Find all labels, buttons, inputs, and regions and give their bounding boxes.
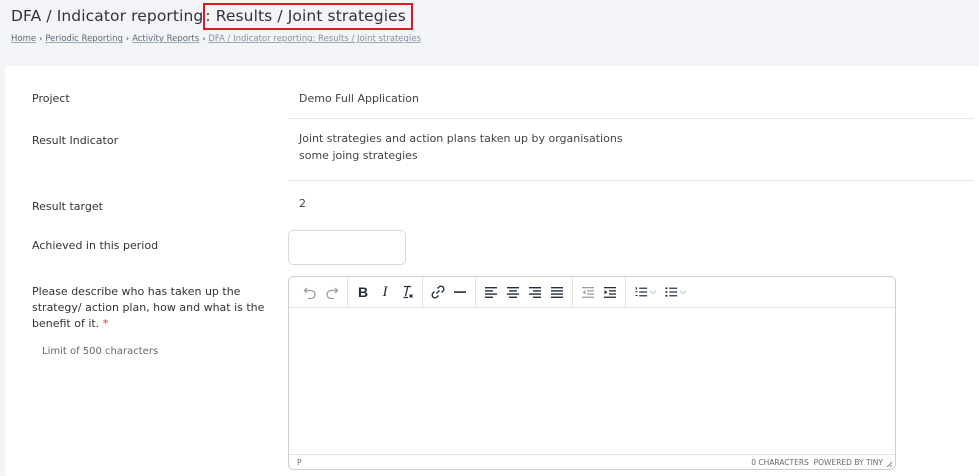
element-path[interactable]: P (297, 458, 302, 467)
format-group: B I (348, 277, 423, 307)
horizontal-line-icon[interactable] (449, 281, 471, 303)
project-value: Demo Full Application (299, 92, 419, 105)
list-group: ⌵ ⌵ (626, 277, 694, 307)
editor-statusbar: P 0 CHARACTERS POWERED BY TINY (289, 454, 895, 469)
numbered-list-dropdown[interactable]: ⌵ (630, 281, 660, 303)
chevron-right-icon: › (125, 34, 130, 43)
result-indicator-value: Joint strategies and action plans taken … (299, 132, 623, 145)
clear-formatting-icon[interactable] (396, 281, 418, 303)
breadcrumb-current: DFA / Indicator reporting: Results / Joi… (208, 34, 421, 44)
result-target-value: 2 (299, 197, 306, 210)
justify-icon[interactable] (546, 281, 568, 303)
chevron-right-icon: › (202, 34, 206, 43)
resize-handle-icon[interactable] (885, 460, 893, 468)
outdent-icon[interactable] (577, 281, 599, 303)
link-icon[interactable] (427, 281, 449, 303)
align-right-icon[interactable] (524, 281, 546, 303)
achieved-input[interactable] (288, 230, 406, 265)
bullet-list-dropdown[interactable]: ⌵ (660, 281, 690, 303)
divider (288, 180, 974, 181)
powered-by-link[interactable]: POWERED BY TINY (814, 458, 883, 467)
italic-button[interactable]: I (374, 281, 396, 303)
result-indicator-subvalue: some joing strategies (299, 149, 418, 162)
align-left-icon[interactable] (480, 281, 502, 303)
description-label-text: Please describe who has taken up the str… (32, 285, 265, 330)
divider (288, 118, 974, 119)
editor-content-area[interactable] (289, 308, 895, 456)
result-indicator-label: Result Indicator (32, 134, 119, 147)
alignment-group (476, 277, 573, 307)
achieved-label: Achieved in this period (32, 239, 159, 252)
rich-text-editor: B I ⌵ ⌵ P 0 CHARACTERS POWERED BY TINY (288, 276, 896, 470)
redo-icon[interactable] (321, 281, 343, 303)
chevron-down-icon: ⌵ (679, 287, 687, 297)
breadcrumb-periodic-reporting[interactable]: Periodic Reporting (45, 34, 123, 44)
editor-toolbar: B I ⌵ ⌵ (289, 277, 895, 308)
character-count[interactable]: 0 CHARACTERS (751, 458, 809, 467)
chevron-right-icon: › (39, 34, 43, 43)
bold-button[interactable]: B (352, 281, 374, 303)
undo-icon[interactable] (299, 281, 321, 303)
page-title-highlighted: : Results / Joint strategies (203, 3, 413, 30)
status-right: 0 CHARACTERS POWERED BY TINY (751, 458, 883, 467)
page-header: DFA / Indicator reporting: Results / Joi… (0, 0, 979, 58)
align-center-icon[interactable] (502, 281, 524, 303)
history-group (295, 277, 348, 307)
page-title-prefix: DFA / Indicator reporting (11, 7, 204, 25)
chevron-down-icon: ⌵ (649, 287, 657, 297)
required-marker: * (102, 317, 109, 330)
indent-group (573, 277, 626, 307)
breadcrumb-activity-reports[interactable]: Activity Reports (132, 34, 199, 44)
indent-icon[interactable] (599, 281, 621, 303)
insert-group (423, 277, 476, 307)
breadcrumb: Home › Periodic Reporting › Activity Reports… (11, 34, 421, 44)
description-label: Please describe who has taken up the str… (32, 284, 272, 332)
page-title: DFA / Indicator reporting: Results / Joi… (11, 3, 413, 30)
project-label: Project (32, 92, 70, 105)
character-limit-hint: Limit of 500 characters (42, 346, 159, 357)
result-target-label: Result target (32, 200, 103, 213)
breadcrumb-home[interactable]: Home (11, 34, 36, 44)
